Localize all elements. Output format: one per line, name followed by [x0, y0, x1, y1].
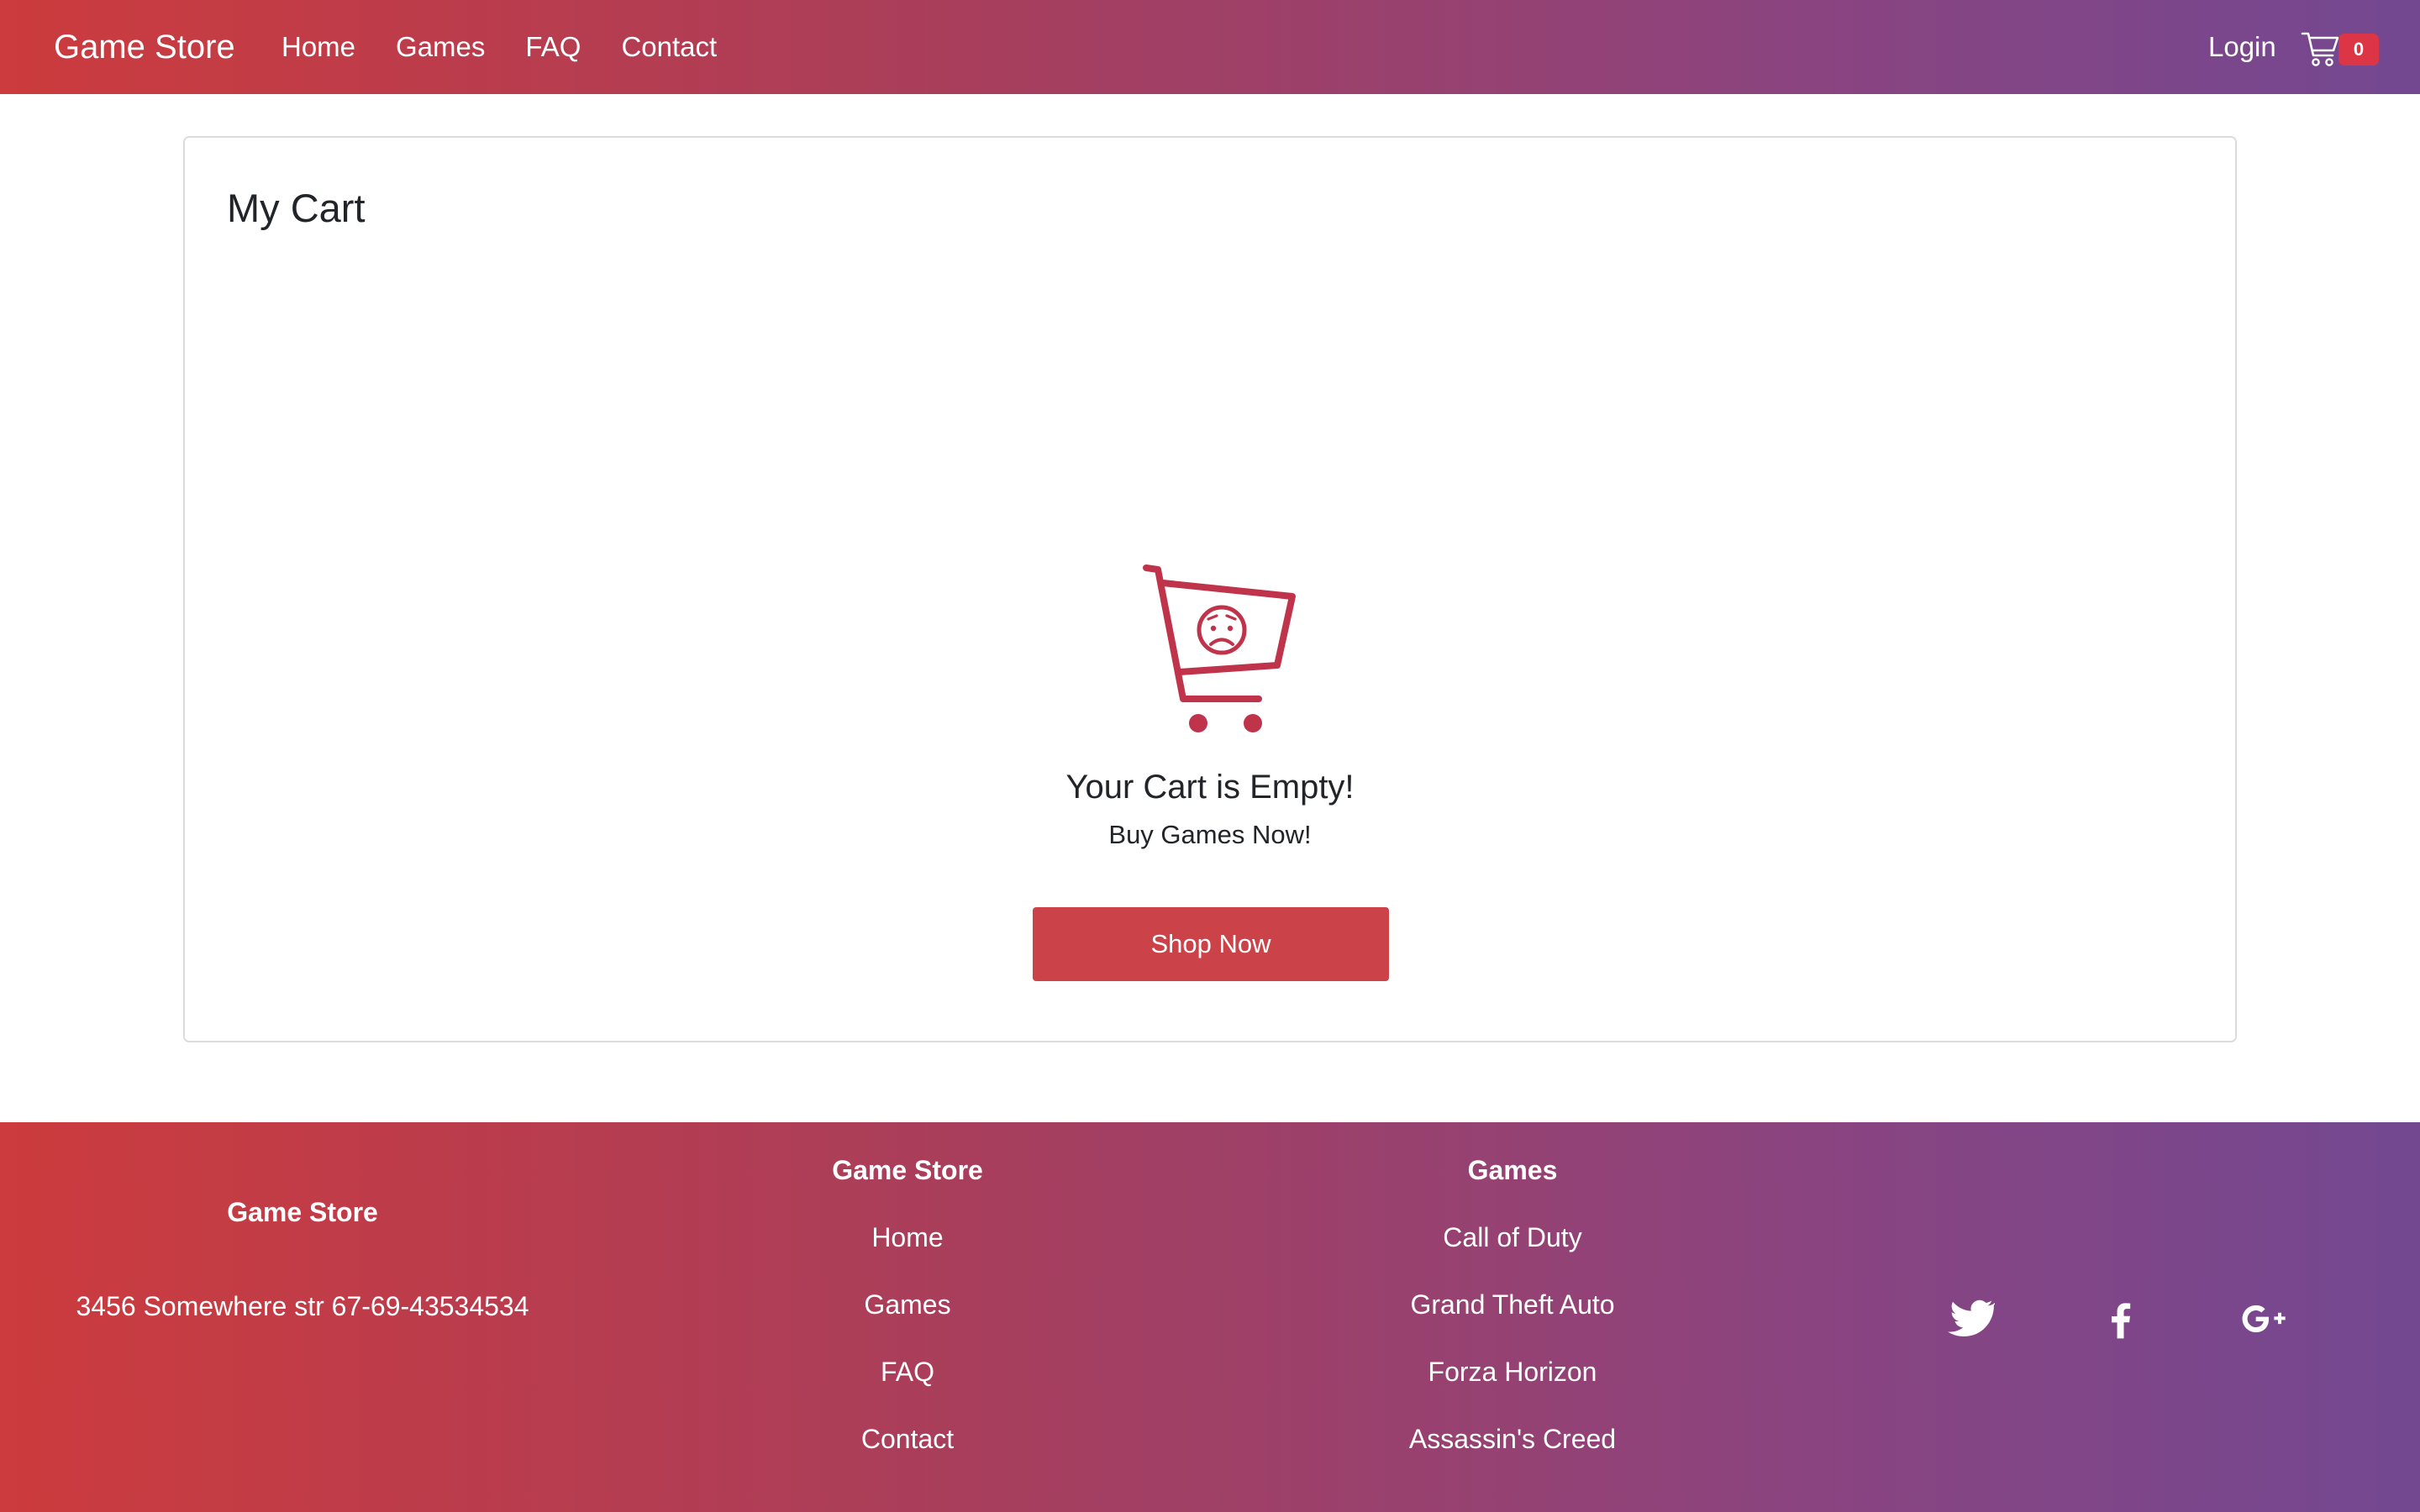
sad-cart-icon — [1143, 564, 1296, 732]
facebook-icon[interactable] — [2097, 1295, 2144, 1342]
google-plus-icon[interactable] — [2240, 1295, 2287, 1342]
footer-link-forza[interactable]: Forza Horizon — [1311, 1352, 1714, 1391]
footer-link-assassins-creed[interactable]: Assassin's Creed — [1311, 1420, 1714, 1458]
empty-cart-heading: Your Cart is Empty! — [1065, 769, 1355, 806]
footer-store-column: Game Store Home Games FAQ Contact — [706, 1151, 1109, 1487]
footer-games-heading: Games — [1467, 1155, 1558, 1185]
footer-link-gta[interactable]: Grand Theft Auto — [1311, 1285, 1714, 1324]
cart-icon[interactable] — [2301, 29, 2341, 69]
footer-address: 3456 Somewhere str 67-69-43534534 — [76, 1291, 529, 1321]
footer-store-heading: Game Store — [832, 1155, 983, 1185]
nav-link-contact[interactable]: Contact — [621, 28, 717, 66]
footer-link-contact[interactable]: Contact — [706, 1420, 1109, 1458]
empty-cart-subheading: Buy Games Now! — [1108, 820, 1312, 849]
footer-link-call-of-duty[interactable]: Call of Duty — [1311, 1218, 1714, 1257]
footer-link-games[interactable]: Games — [706, 1285, 1109, 1324]
brand-logo[interactable]: Game Store — [54, 26, 235, 68]
nav-links: Home Games FAQ Contact — [281, 28, 757, 66]
nav-link-faq[interactable]: FAQ — [525, 28, 581, 66]
login-link[interactable]: Login — [2208, 28, 2276, 66]
nav-link-games[interactable]: Games — [396, 28, 485, 66]
footer-link-home[interactable]: Home — [706, 1218, 1109, 1257]
nav-link-home[interactable]: Home — [281, 28, 355, 66]
footer-games-column: Games Call of Duty Grand Theft Auto Forz… — [1311, 1151, 1714, 1487]
shop-now-button[interactable]: Shop Now — [1033, 907, 1389, 981]
top-navbar: Game Store Home Games FAQ Contact Login … — [0, 0, 2420, 94]
cart-count-badge: 0 — [2338, 34, 2379, 66]
twitter-icon[interactable] — [1948, 1295, 1995, 1342]
cart-card: My Cart Your Cart is Empty! Buy Games No… — [183, 136, 2237, 1042]
footer-brand: Game Store — [227, 1197, 378, 1227]
footer: Game Store 3456 Somewhere str 67-69-4353… — [0, 1122, 2420, 1512]
page-title: My Cart — [227, 186, 366, 230]
footer-link-faq[interactable]: FAQ — [706, 1352, 1109, 1391]
